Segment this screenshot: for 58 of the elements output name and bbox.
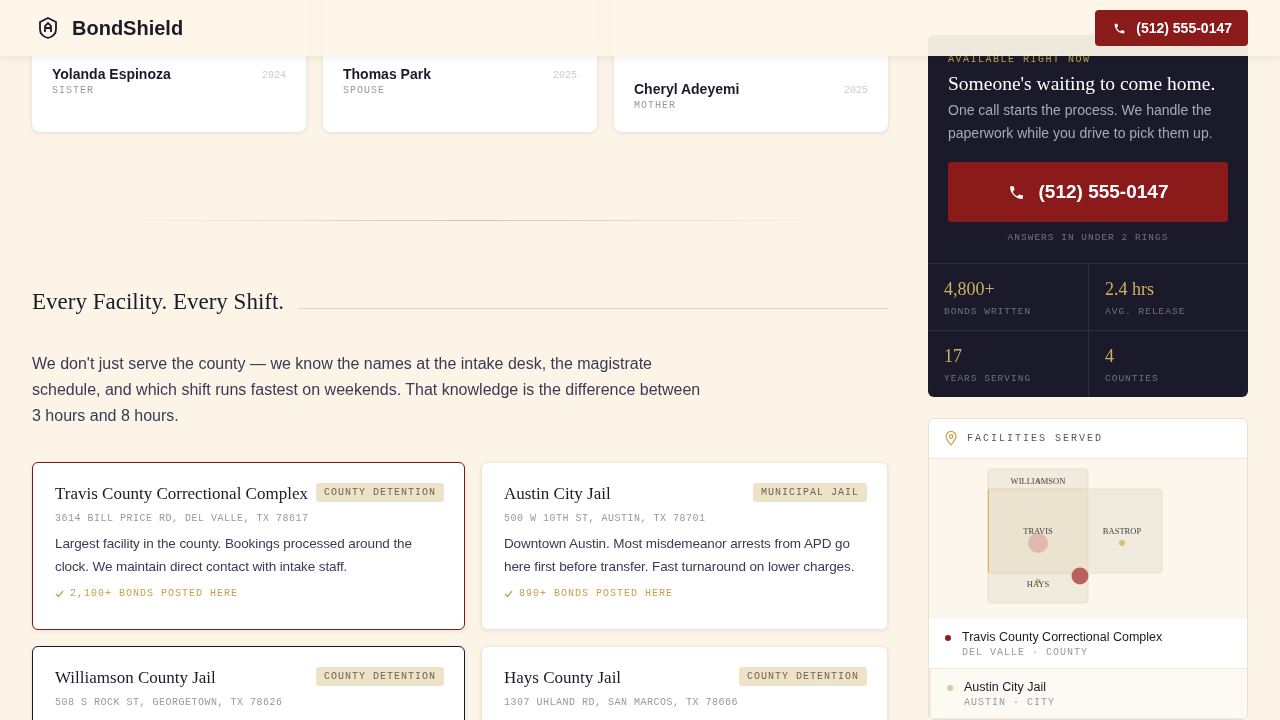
stat-label: BONDS WRITTEN [944,306,1033,317]
facility-name: Travis County Correctional Complex [55,484,308,504]
phone-icon [1007,183,1025,201]
call-button[interactable]: (512) 555-0147 [1095,10,1248,46]
stat-value: 2.4 hrs [1105,279,1155,300]
facility-name: Hays County Jail [503,668,622,688]
facility-description: Largest facility in the county. Bookings processed around the clock. We maintain direct contact with intake staff. [55,535,413,576]
facility-name: Austin City Jail [503,484,611,504]
facility-address: 500 W 10TH ST, AUSTIN, TX 78701 [503,513,707,524]
stat-value: 4,800+ [944,279,996,300]
testimonial-name: Thomas Park [343,66,431,82]
facility-list-meta: DEL VALLE · COUNTY [962,647,1090,658]
testimonial-relation: SPOUSE [343,85,386,96]
facility-card[interactable]: Williamson County Jail COUNTY DETENTION 508 S ROCK ST, GEORGETOWN, TX 78626 [32,646,465,720]
facility-description: Downtown Austin. Most misdemeanor arrests from APD go here first before transfer. Fast turnaround on lower charges. [503,535,856,576]
facility-stat: 2,100+ BONDS POSTED HERE [70,588,239,599]
shield-logo-icon [38,17,58,39]
facility-tag: MUNICIPAL JAIL [753,483,867,502]
facility-address: 508 S ROCK ST, GEORGETOWN, TX 78626 [55,697,284,708]
call-button[interactable]: (512) 555-0147 [948,162,1228,222]
panel-title: FACILITIES SERVED [967,433,1104,444]
facility-card[interactable]: Hays County Jail COUNTY DETENTION 1307 UHLAND RD, SAN MARCOS, TX 78666 [480,646,888,720]
facility-list-meta: AUSTIN · CITY [964,697,1055,708]
county-label: BASTROP [1102,526,1142,536]
stat-label: AVG. RELEASE [1105,306,1187,317]
testimonial-name: Yolanda Espinoza [52,66,171,82]
facility-tag: COUNTY DETENTION [739,667,867,686]
stat-label: COUNTIES [1105,373,1160,384]
county-label: WILLIAMSON [1010,476,1066,486]
check-icon [503,589,513,598]
county-label: TRAVIS [1023,526,1053,536]
section-intro: We don't just serve the county — we know the names at the intake desk, the magistrate schedule, and which shift runs fastest on weekends. That knowledge is the difference between 3 hours and 8 hours. [32,354,702,426]
facility-card[interactable] [32,462,465,630]
testimonial-relation: SISTER [52,85,95,96]
location-pin-icon [945,431,957,446]
call-note: ANSWERS IN UNDER 2 RINGS [1006,232,1170,243]
facility-tag: COUNTY DETENTION [315,483,444,502]
county-label: HAYS [1026,579,1050,589]
stat-value: 4 [1105,346,1115,367]
call-panel-title: Someone's waiting to come home. [948,73,1217,95]
testimonial-name: Cheryl Adeyemi [634,81,740,97]
facility-list-name: Austin City Jail [964,680,1047,694]
facility-tag: COUNTY DETENTION [315,667,444,686]
facility-address: 1307 UHLAND RD, SAN MARCOS, TX 78666 [503,697,739,708]
brand-name: BondShield [72,16,184,40]
testimonial-relation: MOTHER [634,100,677,111]
facility-address: 3614 BILL PRICE RD, DEL VALLE, TX 78617 [55,513,310,524]
eyebrow-label: AVAILABLE RIGHT NOW [948,54,1092,65]
phone-icon [1113,21,1127,35]
facility-stat: 890+ BONDS POSTED HERE [518,588,673,599]
check-icon [55,589,64,598]
section-title: Every Facility. Every Shift. [32,289,285,315]
facility-list-item[interactable]: Austin City Jail AUSTIN · CITY [929,669,1247,719]
stat-value: 17 [944,346,963,367]
facility-name: Williamson County Jail [55,668,216,688]
facility-list-name: Travis County Correctional Complex [962,630,1163,644]
stat-label: YEARS SERVING [944,373,1033,384]
call-panel-text: One call starts the process. We handle the paperwork while you drive to pick them up. [948,101,1214,143]
